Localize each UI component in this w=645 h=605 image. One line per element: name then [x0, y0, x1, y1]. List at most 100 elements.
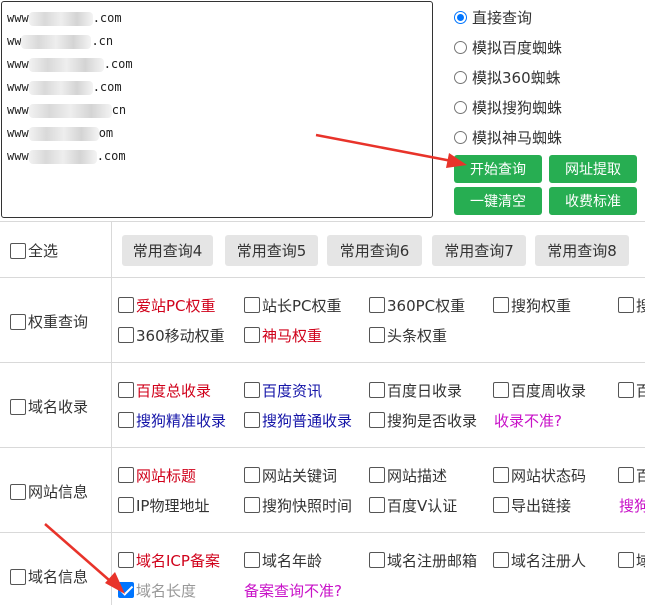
- option-baidu-v-verify[interactable]: 百度V认证: [369, 495, 457, 515]
- option-site-status-code[interactable]: 网站状态码: [493, 465, 586, 485]
- radio-icon: [454, 100, 467, 114]
- checkbox-icon: [618, 382, 634, 398]
- checkbox-icon: [369, 412, 385, 428]
- option-index-truncated[interactable]: 百: [618, 380, 645, 400]
- checkbox-icon: [118, 497, 134, 513]
- checkbox-icon: [118, 297, 134, 313]
- url-textarea[interactable]: www .com ww .cn www .com www .com www cn www o…: [1, 1, 433, 218]
- option-site-title[interactable]: 网站标题: [118, 465, 196, 485]
- option-360-mobile-weight[interactable]: 360移动权重: [118, 325, 225, 345]
- radio-icon: [454, 70, 467, 84]
- checkbox-icon: [244, 327, 260, 343]
- checkbox-icon: [369, 382, 385, 398]
- option-shenma-weight[interactable]: 神马权重: [244, 325, 322, 345]
- divider: [0, 362, 645, 363]
- checkbox-icon: [118, 467, 134, 483]
- checkbox-icon: [369, 552, 385, 568]
- option-site-keywords[interactable]: 网站关键词: [244, 465, 337, 485]
- group-site-checkbox[interactable]: 网站信息: [10, 481, 88, 502]
- option-baidu-news[interactable]: 百度资讯: [244, 380, 322, 400]
- url-line: www .com: [7, 149, 126, 164]
- url-line: www cn: [7, 103, 127, 118]
- option-sogou-exact-index[interactable]: 搜狗精准收录: [118, 410, 226, 430]
- option-sogou-indexed[interactable]: 搜狗是否收录: [369, 410, 477, 430]
- group-domain-checkbox[interactable]: 域名信息: [10, 566, 88, 587]
- divider: [0, 277, 645, 278]
- preset-query-6-button[interactable]: 常用查询6: [327, 235, 422, 266]
- sogou-truncated-link[interactable]: 搜狗: [619, 495, 645, 515]
- checkbox-icon: [10, 313, 26, 330]
- divider: [0, 447, 645, 448]
- option-site-truncated[interactable]: 百: [618, 465, 645, 485]
- url-line: www .com: [7, 11, 122, 26]
- option-sogou-normal-index[interactable]: 搜狗普通收录: [244, 410, 352, 430]
- url-line: www .com: [7, 57, 133, 72]
- divider: [0, 221, 645, 222]
- checkbox-icon: [493, 467, 509, 483]
- preset-query-7-button[interactable]: 常用查询7: [432, 235, 526, 266]
- option-registrant[interactable]: 域名注册人: [493, 550, 586, 570]
- divider: [111, 222, 112, 605]
- checkbox-icon: [244, 552, 260, 568]
- radio-icon: [454, 40, 467, 54]
- option-sogou-snapshot-time[interactable]: 搜狗快照时间: [244, 495, 352, 515]
- option-baidu-total-index[interactable]: 百度总收录: [118, 380, 211, 400]
- checkbox-icon: [10, 242, 26, 259]
- option-360-pc-weight[interactable]: 360PC权重: [369, 295, 465, 315]
- checkbox-icon: [118, 552, 134, 568]
- extract-url-button[interactable]: 网址提取: [549, 155, 637, 183]
- checkbox-icon: [618, 467, 634, 483]
- option-weight-truncated[interactable]: 搜: [618, 295, 645, 315]
- select-all-checkbox[interactable]: 全选: [10, 240, 58, 261]
- radio-baidu-spider[interactable]: 模拟百度蜘蛛: [454, 35, 562, 59]
- radio-shenma-spider[interactable]: 模拟神马蜘蛛: [454, 125, 562, 149]
- option-site-description[interactable]: 网站描述: [369, 465, 447, 485]
- option-aizhan-pc-weight[interactable]: 爱站PC权重: [118, 295, 216, 315]
- preset-query-5-button[interactable]: 常用查询5: [225, 235, 318, 266]
- icp-inaccurate-link[interactable]: 备案查询不准?: [244, 580, 342, 600]
- option-chinaz-pc-weight[interactable]: 站长PC权重: [244, 295, 342, 315]
- option-domain-length[interactable]: 域名长度: [118, 580, 196, 600]
- pricing-button[interactable]: 收费标准: [549, 187, 637, 215]
- index-inaccurate-link[interactable]: 收录不准?: [494, 410, 562, 430]
- option-domain-icp[interactable]: 域名ICP备案: [118, 550, 220, 570]
- option-domain-age[interactable]: 域名年龄: [244, 550, 322, 570]
- checkbox-icon: [618, 552, 634, 568]
- group-index-checkbox[interactable]: 域名收录: [10, 396, 88, 417]
- url-line: ww .cn: [7, 34, 114, 49]
- option-baidu-weekly-index[interactable]: 百度周收录: [493, 380, 586, 400]
- checkbox-icon: [493, 297, 509, 313]
- group-weight-checkbox[interactable]: 权重查询: [10, 311, 88, 332]
- radio-selected-icon: [454, 10, 467, 24]
- radio-360-spider[interactable]: 模拟360蜘蛛: [454, 65, 561, 89]
- checkbox-icon: [10, 398, 26, 415]
- option-ip-location[interactable]: IP物理地址: [118, 495, 209, 515]
- divider: [0, 532, 645, 533]
- option-domain-truncated[interactable]: 域: [618, 550, 645, 570]
- preset-query-4-button[interactable]: 常用查询4: [122, 235, 213, 266]
- checkbox-icon: [369, 327, 385, 343]
- option-toutiao-weight[interactable]: 头条权重: [369, 325, 447, 345]
- checkbox-icon: [244, 382, 260, 398]
- start-query-button[interactable]: 开始查询: [454, 155, 542, 183]
- checkbox-icon: [10, 568, 26, 585]
- checkbox-icon: [118, 327, 134, 343]
- option-registrant-email[interactable]: 域名注册邮箱: [369, 550, 477, 570]
- checkbox-icon: [369, 297, 385, 313]
- checkbox-icon: [493, 382, 509, 398]
- option-outbound-links[interactable]: 导出链接: [493, 495, 571, 515]
- checkbox-icon: [369, 467, 385, 483]
- checkbox-icon: [118, 382, 134, 398]
- preset-query-8-button[interactable]: 常用查询8: [535, 235, 629, 266]
- radio-icon: [454, 130, 467, 144]
- url-line: www om: [7, 126, 114, 141]
- radio-sogou-spider[interactable]: 模拟搜狗蜘蛛: [454, 95, 562, 119]
- checkbox-checked-icon: [118, 582, 134, 598]
- option-baidu-daily-index[interactable]: 百度日收录: [369, 380, 462, 400]
- option-sogou-weight[interactable]: 搜狗权重: [493, 295, 571, 315]
- checkbox-icon: [493, 552, 509, 568]
- radio-direct-query[interactable]: 直接查询: [454, 5, 532, 29]
- clear-all-button[interactable]: 一键清空: [454, 187, 542, 215]
- checkbox-icon: [493, 497, 509, 513]
- checkbox-icon: [244, 297, 260, 313]
